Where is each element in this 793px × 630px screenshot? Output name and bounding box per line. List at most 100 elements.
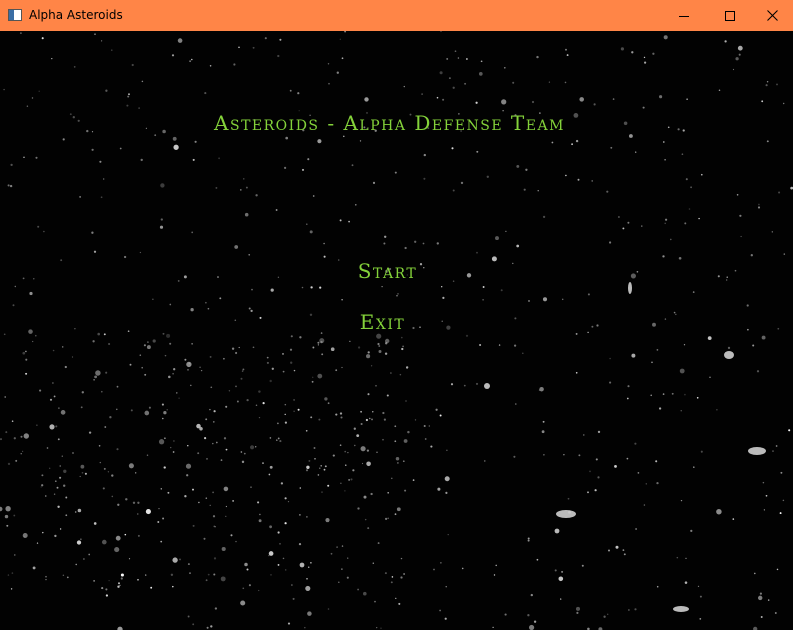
- star: [111, 474, 114, 477]
- star: [258, 390, 261, 393]
- star: [597, 476, 600, 479]
- star: [346, 576, 349, 579]
- star: [317, 344, 320, 346]
- star: [623, 553, 626, 556]
- game-canvas[interactable]: Asteroids - Alpha Defense Team Start Exi…: [0, 31, 793, 630]
- star: [179, 558, 181, 561]
- bright-star: [484, 383, 490, 389]
- star: [324, 397, 328, 401]
- star: [446, 57, 449, 60]
- star: [360, 410, 362, 413]
- star: [299, 514, 301, 516]
- star: [581, 564, 584, 567]
- star: [184, 495, 187, 498]
- star: [297, 408, 300, 411]
- star: [111, 495, 114, 498]
- minimize-button[interactable]: [661, 0, 707, 31]
- star: [190, 384, 192, 387]
- star: [269, 525, 273, 529]
- star: [390, 581, 393, 584]
- star: [739, 214, 742, 217]
- star: [662, 393, 665, 395]
- bright-star: [748, 447, 766, 455]
- star: [282, 370, 285, 373]
- star: [32, 566, 36, 570]
- star: [55, 425, 58, 428]
- star: [655, 460, 658, 463]
- exit-menu-item[interactable]: Exit: [0, 310, 779, 334]
- star: [403, 573, 406, 575]
- star: [93, 580, 95, 582]
- star: [93, 250, 97, 253]
- star: [285, 136, 289, 140]
- star: [439, 609, 442, 612]
- star: [35, 156, 38, 159]
- star: [365, 418, 369, 422]
- star: [29, 291, 33, 296]
- star: [191, 231, 194, 234]
- star: [53, 493, 56, 495]
- star: [301, 168, 305, 171]
- star: [284, 413, 286, 416]
- start-menu-item[interactable]: Start: [0, 259, 784, 283]
- star: [225, 448, 228, 451]
- star: [527, 539, 530, 542]
- star: [152, 339, 156, 343]
- app-icon: [8, 9, 22, 21]
- star: [423, 153, 426, 157]
- title-bar[interactable]: Alpha Asteroids: [0, 0, 793, 31]
- star: [58, 407, 60, 409]
- star: [772, 450, 774, 452]
- star: [213, 557, 217, 560]
- star: [287, 500, 290, 503]
- star: [209, 408, 211, 411]
- star: [476, 150, 479, 153]
- star: [135, 472, 137, 474]
- star: [626, 397, 629, 400]
- star: [565, 48, 567, 51]
- star: [372, 562, 375, 565]
- star: [386, 394, 389, 397]
- star: [656, 481, 659, 485]
- star: [162, 417, 164, 420]
- star: [76, 540, 82, 545]
- star: [71, 356, 74, 358]
- star: [94, 375, 97, 379]
- star: [528, 300, 530, 302]
- star: [765, 84, 768, 87]
- star: [561, 570, 564, 573]
- star: [482, 286, 485, 288]
- star: [137, 534, 140, 537]
- star: [500, 289, 503, 292]
- bright-star: [724, 351, 734, 359]
- star: [0, 506, 3, 512]
- star: [88, 431, 92, 434]
- star: [279, 440, 282, 443]
- star: [360, 446, 366, 452]
- star: [479, 343, 482, 347]
- star: [73, 66, 76, 68]
- star: [91, 148, 94, 151]
- star: [627, 385, 630, 388]
- star: [65, 514, 68, 517]
- close-button[interactable]: [752, 0, 793, 31]
- star: [307, 158, 310, 161]
- star: [319, 467, 321, 469]
- star: [107, 471, 110, 473]
- star: [440, 562, 442, 564]
- star: [23, 433, 30, 439]
- maximize-button[interactable]: [707, 0, 753, 31]
- star: [298, 542, 302, 546]
- star: [290, 361, 293, 364]
- star: [516, 164, 520, 168]
- star: [338, 581, 340, 584]
- star: [157, 521, 160, 523]
- star: [576, 611, 579, 614]
- star: [146, 454, 149, 456]
- star: [548, 81, 551, 83]
- star: [754, 572, 756, 575]
- star: [306, 577, 308, 580]
- star: [118, 582, 120, 585]
- star: [662, 141, 665, 143]
- star: [536, 558, 539, 561]
